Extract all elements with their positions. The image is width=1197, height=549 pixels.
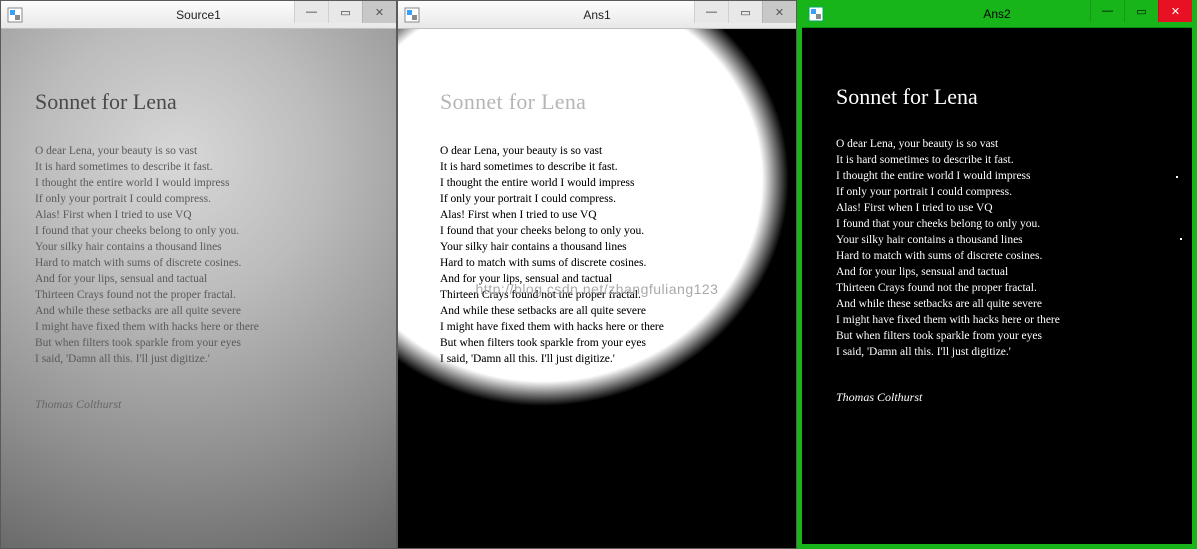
minimize-button[interactable]: — [694,1,728,23]
poem-author: Thomas Colthurst [836,390,1176,405]
maximize-button[interactable]: ▭ [1124,0,1158,22]
poem-line: If only your portrait I could compress. [836,184,1176,200]
poem-body: O dear Lena, your beauty is so vast It i… [836,136,1176,360]
poem-line: I thought the entire world I would impre… [440,175,664,191]
poem-line: I might have fixed them with hacks here … [836,312,1176,328]
poem-line: Alas! First when I tried to use VQ [440,207,664,223]
poem-line: It is hard sometimes to describe it fast… [836,152,1176,168]
close-button[interactable]: ✕ [762,1,796,23]
poem-line: Thirteen Crays found not the proper frac… [836,280,1176,296]
poem-line: And for your lips, sensual and tactual [35,271,376,287]
poem-line: I found that your cheeks belong to only … [35,223,376,239]
client-area-ans1: Sonnet for Lena O dear Lena, your beauty… [398,29,796,548]
adaptive-threshold-image: Sonnet for Lena O dear Lena, your beauty… [802,28,1192,544]
threshold-image: Sonnet for Lena O dear Lena, your beauty… [398,29,796,548]
client-area-source1: Sonnet for Lena O dear Lena, your beauty… [1,29,396,548]
poem-line: Hard to match with sums of discrete cosi… [836,248,1176,264]
noise-dot [1180,238,1182,240]
poem-line: And while these setbacks are all quite s… [836,296,1176,312]
poem-line: Your silky hair contains a thousand line… [35,239,376,255]
app-icon [7,7,23,23]
poem-line: I said, 'Damn all this. I'll just digiti… [440,351,664,367]
poem-line: I thought the entire world I would impre… [836,168,1176,184]
poem-line: Hard to match with sums of discrete cosi… [440,255,664,271]
source-image: Sonnet for Lena O dear Lena, your beauty… [1,29,396,548]
poem-body: O dear Lena, your beauty is so vast It i… [35,143,376,367]
titlebar-ans1[interactable]: Ans1 — ▭ ✕ [398,1,796,29]
poem-line: I thought the entire world I would impre… [35,175,376,191]
poem-line: And while these setbacks are all quite s… [440,303,664,319]
poem-line: Your silky hair contains a thousand line… [440,239,664,255]
poem-body: O dear Lena, your beauty is so vast It i… [440,143,664,367]
window-controls: — ▭ ✕ [294,1,396,23]
window-ans1: Ans1 — ▭ ✕ Sonnet for Lena O dear Lena, … [397,0,797,549]
poem-line: I found that your cheeks belong to only … [836,216,1176,232]
poem-line: O dear Lena, your beauty is so vast [836,136,1176,152]
poem-line: O dear Lena, your beauty is so vast [35,143,376,159]
poem-author: Thomas Colthurst [35,397,376,412]
poem-line: Hard to match with sums of discrete cosi… [35,255,376,271]
window-controls: — ▭ ✕ [694,1,796,23]
poem-line: It is hard sometimes to describe it fast… [440,159,664,175]
poem-line: I said, 'Damn all this. I'll just digiti… [836,344,1176,360]
close-button[interactable]: ✕ [1158,0,1192,22]
poem-line: Alas! First when I tried to use VQ [836,200,1176,216]
maximize-button[interactable]: ▭ [328,1,362,23]
noise-dot [1176,176,1178,178]
client-area-ans2: Sonnet for Lena O dear Lena, your beauty… [802,28,1192,544]
maximize-button[interactable]: ▭ [728,1,762,23]
poem-line: I might have fixed them with hacks here … [35,319,376,335]
poem-line: But when filters took sparkle from your … [35,335,376,351]
poem-line: I found that your cheeks belong to only … [440,223,664,239]
titlebar-source1[interactable]: Source1 — ▭ ✕ [1,1,396,29]
titlebar-ans2[interactable]: Ans2 — ▭ ✕ [802,0,1192,28]
minimize-button[interactable]: — [1090,0,1124,22]
poem-heading: Sonnet for Lena [440,89,664,115]
poem-line: Your silky hair contains a thousand line… [836,232,1176,248]
watermark-text: http://blog.csdn.net/zhangfuliang123 [398,281,796,297]
window-ans2: Ans2 — ▭ ✕ Sonnet for Lena O dear Lena, … [797,0,1197,549]
window-controls: — ▭ ✕ [1090,0,1192,22]
poem-line: If only your portrait I could compress. [35,191,376,207]
poem-heading: Sonnet for Lena [836,84,1176,110]
poem-line: If only your portrait I could compress. [440,191,664,207]
poem-line: It is hard sometimes to describe it fast… [35,159,376,175]
poem-line: Thirteen Crays found not the proper frac… [35,287,376,303]
window-source1: Source1 — ▭ ✕ Sonnet for Lena O dear Len… [0,0,397,549]
poem-line: But when filters took sparkle from your … [836,328,1176,344]
minimize-button[interactable]: — [294,1,328,23]
poem-heading: Sonnet for Lena [35,89,376,115]
poem-line: O dear Lena, your beauty is so vast [440,143,664,159]
poem-line: I might have fixed them with hacks here … [440,319,664,335]
poem-line: I said, 'Damn all this. I'll just digiti… [35,351,376,367]
poem-line: And for your lips, sensual and tactual [836,264,1176,280]
poem-line: But when filters took sparkle from your … [440,335,664,351]
close-button[interactable]: ✕ [362,1,396,23]
poem-line: And while these setbacks are all quite s… [35,303,376,319]
poem-line: Alas! First when I tried to use VQ [35,207,376,223]
app-icon [808,6,824,22]
app-icon [404,7,420,23]
